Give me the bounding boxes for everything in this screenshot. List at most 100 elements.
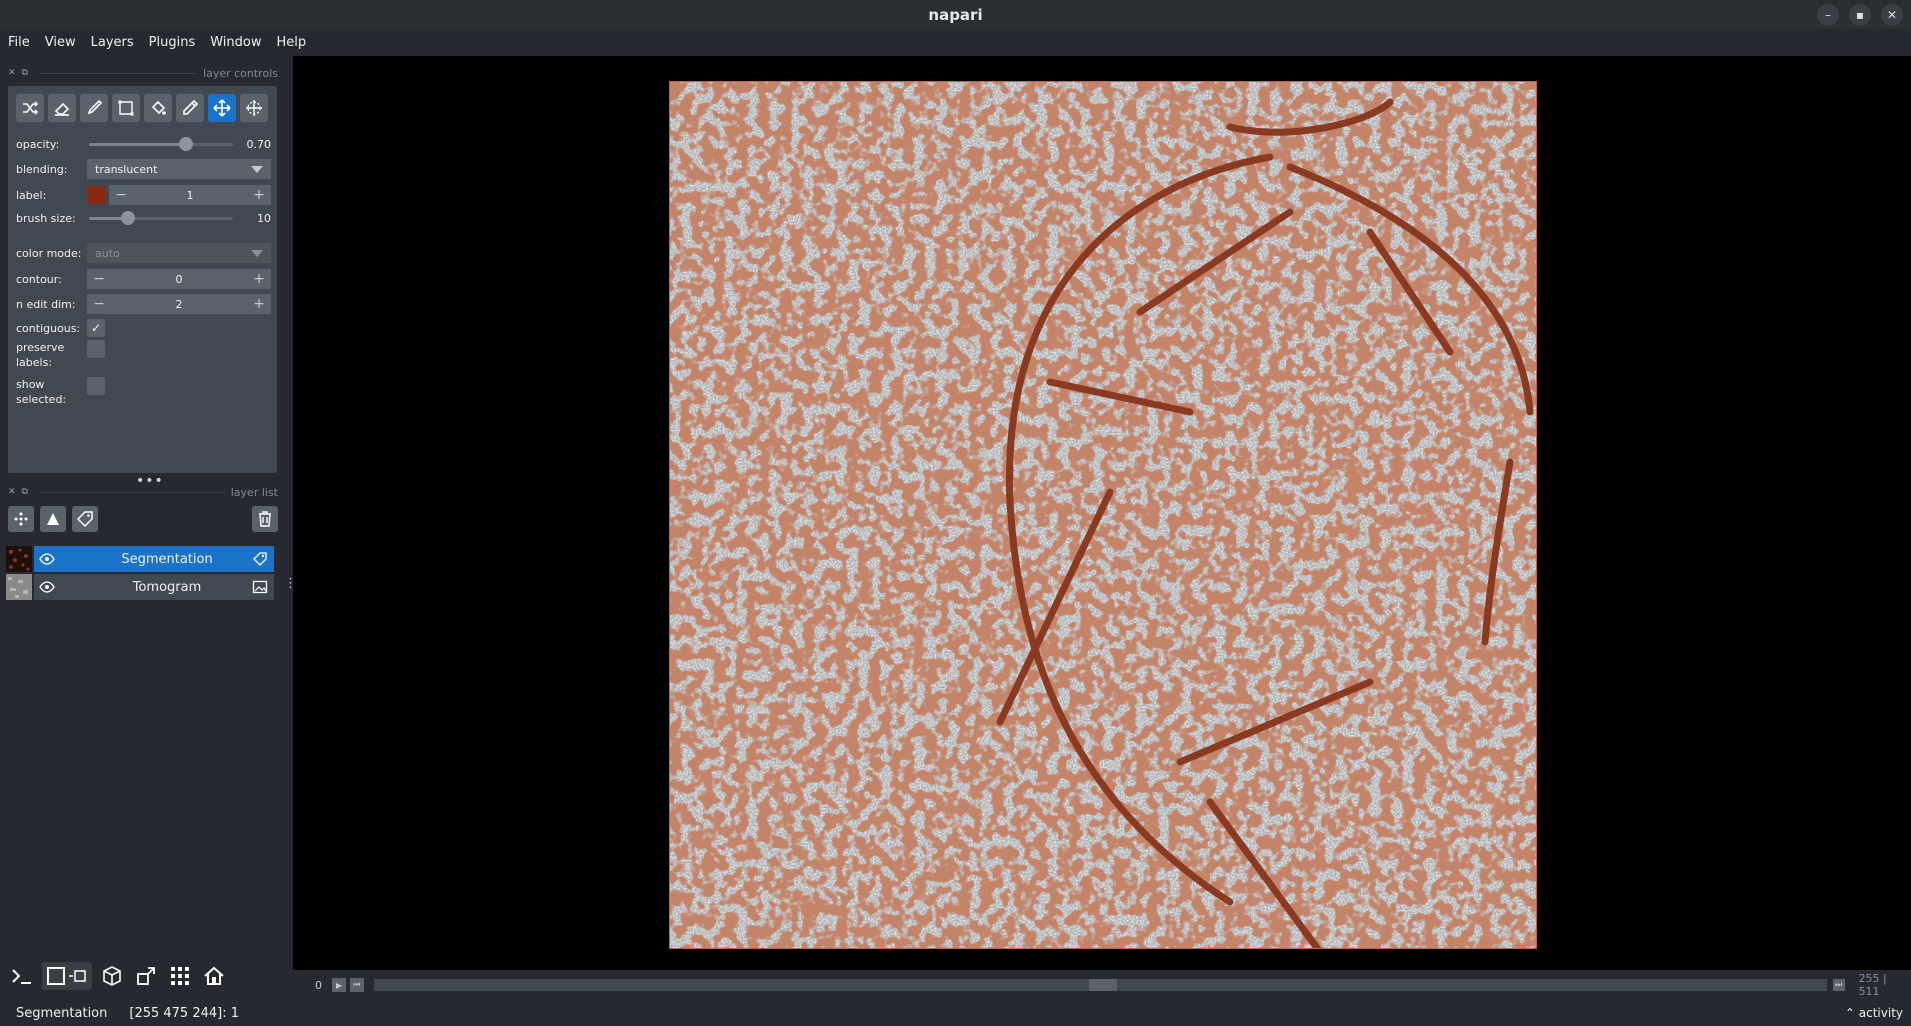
layer-row-segmentation[interactable]: Segmentation: [6, 546, 274, 572]
blending-select[interactable]: translucent: [87, 159, 271, 179]
contiguous-row: contiguous: ✓: [16, 318, 271, 338]
minimize-button[interactable]: –: [1817, 4, 1839, 26]
label-label: label:: [16, 188, 47, 202]
layer-row-tomogram[interactable]: Tomogram: [6, 574, 274, 600]
label-value: 1: [186, 188, 194, 202]
label-color-swatch[interactable]: [87, 186, 105, 204]
label-increment-button[interactable]: +: [253, 187, 265, 203]
opacity-row: opacity: 0.70: [16, 134, 271, 154]
brush-size-slider-handle[interactable]: [121, 211, 135, 225]
dock-float-icon[interactable]: ✕⧉: [8, 68, 34, 78]
console-icon: [12, 969, 31, 984]
labels-icon: [76, 511, 93, 528]
dims-axis-index: 0: [315, 978, 322, 992]
delete-layer-button[interactable]: [252, 506, 278, 532]
new-points-layer-button[interactable]: [8, 506, 34, 532]
layer-controls-header: ✕⧉ layer controls: [8, 66, 278, 80]
step-back-button[interactable]: ⏮: [349, 978, 364, 992]
contour-decrement-button[interactable]: −: [93, 271, 105, 287]
visibility-toggle[interactable]: [34, 574, 60, 600]
roll-dimensions-button[interactable]: [98, 962, 126, 990]
dims-current-value: 255 | 511: [1858, 972, 1887, 998]
fill-bucket-icon: [151, 100, 166, 115]
visibility-toggle[interactable]: [34, 546, 60, 572]
points-icon: [14, 512, 28, 526]
new-labels-layer-button[interactable]: [72, 506, 98, 532]
new-shapes-layer-button[interactable]: [40, 506, 66, 532]
step-forward-button[interactable]: ⏭: [1832, 979, 1845, 991]
preserve-labels-checkbox[interactable]: [87, 340, 105, 358]
menu-view[interactable]: View: [45, 35, 76, 50]
canvas[interactable]: [293, 56, 1911, 970]
activity-button[interactable]: ⌃ activity: [1845, 1006, 1903, 1020]
console-button[interactable]: [8, 962, 36, 990]
polygon-icon: [118, 100, 134, 116]
contour-row: contour: − 0 +: [16, 269, 271, 289]
tomogram-thumbnail: [6, 574, 32, 600]
transform-button[interactable]: [240, 94, 268, 122]
contiguous-checkbox[interactable]: ✓: [87, 319, 105, 337]
opacity-value: 0.70: [246, 137, 272, 151]
home-icon: [204, 966, 224, 985]
dock-float-icon[interactable]: ✕⧉: [8, 487, 34, 497]
eye-icon: [39, 553, 55, 565]
grid-view-button[interactable]: [166, 962, 194, 990]
segmentation-overlay: [670, 82, 1536, 948]
contour-increment-button[interactable]: +: [253, 271, 265, 287]
label-spinbox[interactable]: − 1 +: [109, 185, 271, 205]
maximize-button[interactable]: ▪: [1849, 4, 1871, 26]
play-icon: ▶: [335, 980, 343, 990]
checkmark-icon: ✓: [90, 321, 102, 335]
color-picker-button[interactable]: [176, 94, 204, 122]
labels-icon: [253, 552, 267, 566]
color-mode-select[interactable]: auto: [87, 243, 271, 263]
paintbrush-button[interactable]: [80, 94, 108, 122]
layer-controls-title: layer controls: [203, 66, 278, 80]
status-layer-name: Segmentation: [16, 1005, 108, 1021]
dims-slider-handle[interactable]: [1088, 979, 1117, 991]
menu-help[interactable]: Help: [277, 35, 307, 50]
color-mode-value: auto: [95, 246, 120, 260]
menu-file[interactable]: File: [8, 35, 30, 50]
brush-size-slider[interactable]: [87, 208, 241, 228]
preserve-labels-row: preserve labels:: [16, 338, 271, 374]
ndisplay-toggle-button[interactable]: [42, 962, 92, 990]
opacity-slider-handle[interactable]: [179, 137, 193, 151]
pan-zoom-button[interactable]: [208, 94, 236, 122]
menu-plugins[interactable]: Plugins: [149, 35, 196, 50]
show-selected-checkbox[interactable]: [87, 377, 105, 395]
opacity-label: opacity:: [16, 137, 60, 151]
layer-name-cell[interactable]: Tomogram: [60, 574, 274, 600]
layer-name-cell[interactable]: Segmentation: [60, 546, 274, 572]
layer-buttons: [8, 506, 278, 534]
eraser-icon: [54, 102, 70, 116]
contour-spinbox[interactable]: − 0 +: [87, 269, 271, 289]
dims-slider[interactable]: [373, 979, 1827, 991]
fill-bucket-button[interactable]: [144, 94, 172, 122]
tomogram-image[interactable]: [669, 81, 1537, 949]
layer-controls-panel: opacity: 0.70 blending: translucent labe…: [8, 86, 277, 473]
show-selected-label: show selected:: [16, 378, 67, 406]
blending-label: blending:: [16, 162, 68, 176]
menu-window[interactable]: Window: [210, 35, 261, 50]
opacity-slider[interactable]: [87, 134, 241, 154]
eraser-button[interactable]: [48, 94, 76, 122]
label-decrement-button[interactable]: −: [115, 187, 127, 203]
grid-icon: [171, 967, 189, 985]
close-button[interactable]: ✕: [1881, 4, 1903, 26]
color-mode-label: color mode:: [16, 246, 82, 260]
play-button[interactable]: ▶: [332, 978, 346, 992]
layer-name: Segmentation: [121, 551, 213, 567]
polygon-button[interactable]: [112, 94, 140, 122]
shuffle-colors-button[interactable]: [16, 94, 44, 122]
n-edit-dim-spinbox[interactable]: − 2 +: [87, 294, 271, 314]
reset-view-button[interactable]: [200, 962, 228, 990]
paintbrush-icon: [87, 99, 103, 115]
n-edit-dim-increment-button[interactable]: +: [253, 296, 265, 312]
menu-layers[interactable]: Layers: [91, 35, 134, 50]
n-edit-dim-decrement-button[interactable]: −: [93, 296, 105, 312]
transpose-button[interactable]: [132, 962, 160, 990]
chevron-up-icon: ⌃: [1844, 1006, 1855, 1020]
title-bar: napari – ▪ ✕: [0, 0, 1911, 29]
sidebar: ✕⧉ layer controls opacity: 0.70 blending…: [0, 56, 297, 1000]
